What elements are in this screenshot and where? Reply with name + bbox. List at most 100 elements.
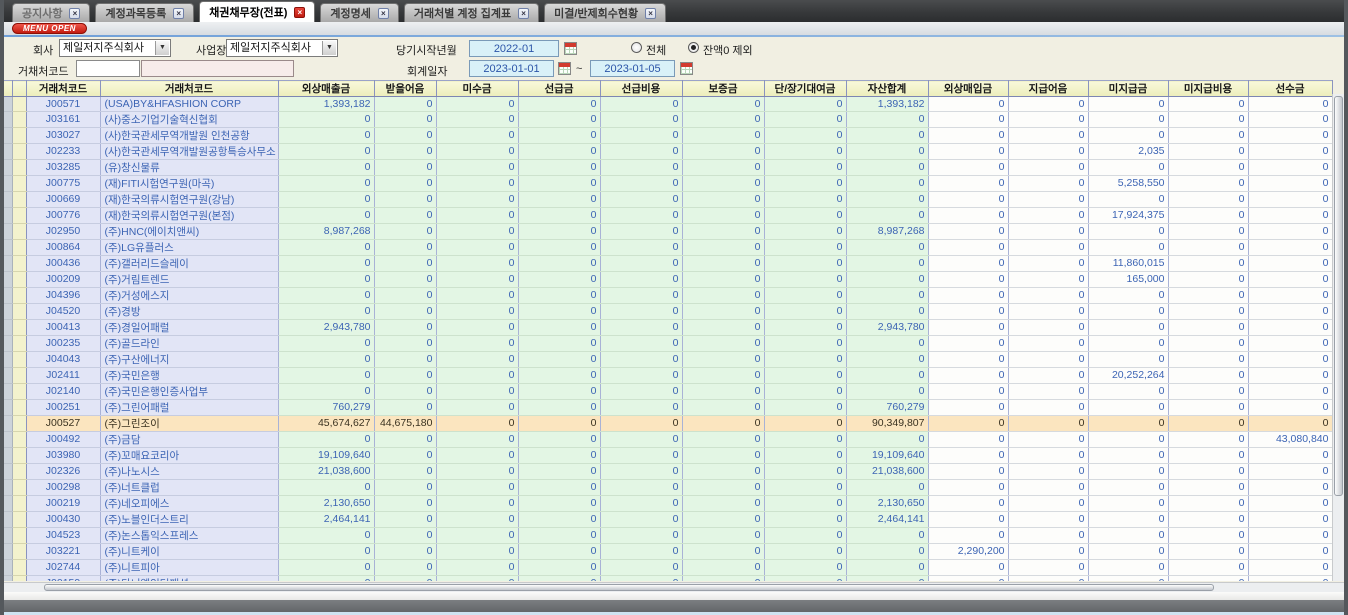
row-selector[interactable] [12,575,26,581]
cell-amount[interactable]: 0 [1248,543,1332,559]
cell-amount[interactable]: 0 [600,479,682,495]
cell-amount[interactable]: 0 [374,223,436,239]
date-from-input[interactable] [469,60,554,77]
cell-amount[interactable]: 0 [436,271,518,287]
horizontal-scrollbar-thumb[interactable] [44,584,1214,591]
cell-amount[interactable]: 0 [1168,383,1248,399]
cell-amount[interactable]: 0 [682,207,764,223]
table-row[interactable]: J03221(주)니트케이000000002,290,2000000 [4,543,1332,559]
cell-amount[interactable]: 0 [600,447,682,463]
table-row[interactable]: J03285(유)창신물류0000000000000 [4,159,1332,175]
cell-amount[interactable]: 0 [846,559,928,575]
cell-amount[interactable]: 0 [278,239,374,255]
cell-amount[interactable]: 0 [1248,527,1332,543]
cell-amount[interactable]: 0 [682,463,764,479]
cell-amount[interactable]: 0 [374,399,436,415]
cell-amount[interactable]: 0 [1168,97,1248,112]
cell-amount[interactable]: 0 [682,575,764,581]
cell-amount[interactable]: 0 [1168,239,1248,255]
cell-amount[interactable]: 0 [518,191,600,207]
cell-amount[interactable]: 0 [1008,127,1088,143]
cell-amount[interactable]: 0 [1168,463,1248,479]
cell-amount[interactable]: 0 [374,239,436,255]
cell-amount[interactable]: 0 [518,383,600,399]
cell-amount[interactable]: 0 [374,255,436,271]
cell-amount[interactable]: 0 [1248,495,1332,511]
cell-amount[interactable]: 0 [764,463,846,479]
cell-amount[interactable]: 0 [682,479,764,495]
cell-amount[interactable]: 0 [600,143,682,159]
cell-amount[interactable]: 0 [278,303,374,319]
cell-amount[interactable]: 0 [518,111,600,127]
column-header[interactable]: 미지급금 [1088,81,1168,97]
tab-receivable-payable-ledger[interactable]: 채권채무장(전표) × [199,1,315,22]
tab-notice[interactable]: 공지사항 × [12,3,90,22]
cell-amount[interactable]: 0 [1088,431,1168,447]
cell-amount[interactable]: 0 [1008,287,1088,303]
cell-amount[interactable]: 0 [374,447,436,463]
cell-amount[interactable]: 0 [1008,463,1088,479]
cell-amount[interactable]: 19,109,640 [846,447,928,463]
cell-amount[interactable]: 0 [374,543,436,559]
cell-amount[interactable]: 0 [928,127,1008,143]
cell-amount[interactable]: 0 [928,479,1008,495]
tab-vendor-account-summary[interactable]: 거래처별 계정 집계표 × [404,3,539,22]
cell-amount[interactable]: 0 [1008,191,1088,207]
table-row[interactable]: J00571(USA)BY&HFASHION CORP1,393,1820000… [4,97,1332,112]
cell-amount[interactable]: 0 [436,159,518,175]
cell-amount[interactable]: 0 [600,207,682,223]
column-header[interactable]: 단/장기대여금 [764,81,846,97]
cell-amount[interactable]: 0 [846,287,928,303]
cell-customer-name[interactable]: (주)그린어패럴 [100,399,278,415]
table-row[interactable]: J04520(주)경방0000000000000 [4,303,1332,319]
cell-customer-name[interactable]: (주)HNC(에이치앤씨) [100,223,278,239]
cell-amount[interactable]: 0 [436,127,518,143]
column-header[interactable]: 미지급비용 [1168,81,1248,97]
cell-amount[interactable]: 0 [1008,511,1088,527]
cell-amount[interactable]: 0 [764,559,846,575]
table-row[interactable]: J03161(사)중소기업기술혁신협회0000000000000 [4,111,1332,127]
row-selector[interactable] [12,97,26,112]
cell-amount[interactable]: 0 [1248,367,1332,383]
cell-amount[interactable]: 0 [436,559,518,575]
cell-amount[interactable]: 0 [846,207,928,223]
site-select[interactable]: 제일저지주식회사 ▼ [226,39,338,57]
cell-amount[interactable]: 0 [1008,559,1088,575]
cell-customer-name[interactable]: (USA)BY&HFASHION CORP [100,97,278,112]
cell-amount[interactable]: 0 [518,223,600,239]
cell-amount[interactable]: 20,252,264 [1088,367,1168,383]
cell-customer-name[interactable]: (주)갤러리드슬레이 [100,255,278,271]
cell-amount[interactable]: 0 [518,207,600,223]
row-selector[interactable] [12,271,26,287]
cell-amount[interactable]: 0 [278,367,374,383]
row-selector[interactable] [12,239,26,255]
cell-amount[interactable]: 0 [436,367,518,383]
table-row[interactable]: J02411(주)국민은행000000000020,252,26400 [4,367,1332,383]
cell-amount[interactable]: 0 [846,239,928,255]
cell-amount[interactable]: 0 [278,527,374,543]
row-selector[interactable] [12,479,26,495]
cell-amount[interactable]: 0 [764,383,846,399]
cell-amount[interactable]: 0 [436,239,518,255]
cell-amount[interactable]: 0 [764,431,846,447]
cell-amount[interactable]: 0 [1008,399,1088,415]
cell-amount[interactable]: 0 [928,399,1008,415]
cell-amount[interactable]: 0 [1248,127,1332,143]
cell-amount[interactable]: 0 [928,575,1008,581]
cell-amount[interactable]: 0 [1168,527,1248,543]
cell-amount[interactable]: 0 [1248,239,1332,255]
cell-amount[interactable]: 0 [846,383,928,399]
cell-amount[interactable]: 0 [764,143,846,159]
chevron-down-icon[interactable]: ▼ [322,41,336,55]
cell-amount[interactable]: 0 [682,399,764,415]
cell-amount[interactable]: 0 [1088,351,1168,367]
close-icon[interactable]: × [173,8,184,19]
cell-amount[interactable]: 0 [600,191,682,207]
cell-amount[interactable]: 0 [1248,255,1332,271]
cell-amount[interactable]: 5,258,550 [1088,175,1168,191]
cell-amount[interactable]: 0 [1168,159,1248,175]
table-row[interactable]: J02326(주)나노시스21,038,60000000021,038,6000… [4,463,1332,479]
vertical-scrollbar-thumb[interactable] [1334,96,1343,496]
cell-customer-code[interactable]: J03027 [26,127,100,143]
tab-outstanding-status[interactable]: 미결/반제회수현황 × [544,3,666,22]
